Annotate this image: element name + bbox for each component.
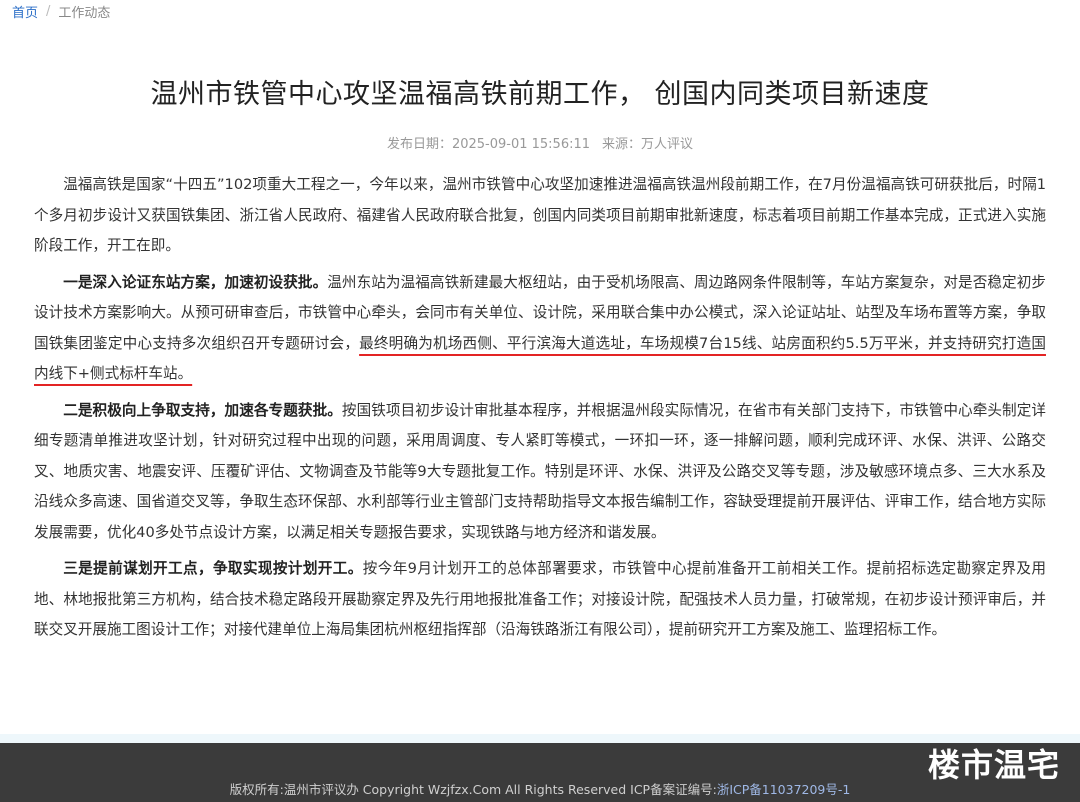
page: 首页 / 工作动态 温州市铁管中心攻坚温福高铁前期工作， 创国内同类项目新速度 …	[0, 0, 1080, 802]
source-label: 来源：	[602, 137, 642, 152]
icp-link[interactable]: 浙ICP备11037209号-1	[717, 782, 851, 797]
paragraph-3: 二是积极向上争取支持，加速各专题获批。按国铁项目初步设计审批基本程序，并根据温州…	[34, 396, 1046, 549]
article-title: 温州市铁管中心攻坚温福高铁前期工作， 创国内同类项目新速度	[150, 79, 930, 110]
breadcrumb-home-link[interactable]: 首页	[12, 2, 38, 21]
paragraph-2: 一是深入论证东站方案，加速初设获批。温州东站为温福高铁新建最大枢纽站，由于受机场…	[34, 268, 1046, 390]
breadcrumb-current: 工作动态	[58, 5, 111, 21]
footer-copyright: 版权所有:温州市评议办 Copyright Wzjfzx.Com All Rig…	[0, 779, 1080, 798]
publish-date-label: 发布日期：	[386, 137, 452, 152]
copyright-text: 版权所有:温州市评议办 Copyright Wzjfzx.Com All Rig…	[229, 782, 717, 797]
publish-date: 2025-09-01 15:56:11	[451, 137, 591, 152]
paragraph-1: 温福高铁是国家“十四五”102项重大工程之一，今年以来，温州市铁管中心攻坚加速推…	[34, 170, 1046, 262]
breadcrumb-separator: /	[46, 3, 51, 19]
paragraph-text: 按国铁项目初步设计审批基本程序，并根据温州段实际情况，在省市有关部门支持下，市铁…	[34, 401, 1046, 541]
paragraph-4: 三是提前谋划开工点，争取实现按计划开工。按今年9月计划开工的总体部署要求，市铁管…	[34, 554, 1046, 646]
watermark-text: 楼市温宅	[927, 746, 1060, 784]
breadcrumb: 首页 / 工作动态	[0, 0, 110, 22]
paragraph-heading: 三是提前谋划开工点，争取实现按计划开工。	[63, 560, 363, 577]
article-body: 温福高铁是国家“十四五”102项重大工程之一，今年以来，温州市铁管中心攻坚加速推…	[34, 170, 1046, 652]
paragraph-text: 温福高铁是国家“十四五”102项重大工程之一，今年以来，温州市铁管中心攻坚加速推…	[34, 176, 1046, 254]
article-meta: 发布日期：2025-09-01 15:56:11 来源：万人评议	[0, 133, 1080, 152]
source-value: 万人评议	[641, 137, 694, 152]
paragraph-heading: 一是深入论证东站方案，加速初设获批。	[63, 273, 328, 291]
paragraph-heading: 二是积极向上争取支持，加速各专题获批。	[63, 401, 342, 419]
footer-divider	[0, 734, 1080, 743]
site-footer: 版权所有:温州市评议办 Copyright Wzjfzx.Com All Rig…	[0, 743, 1080, 802]
